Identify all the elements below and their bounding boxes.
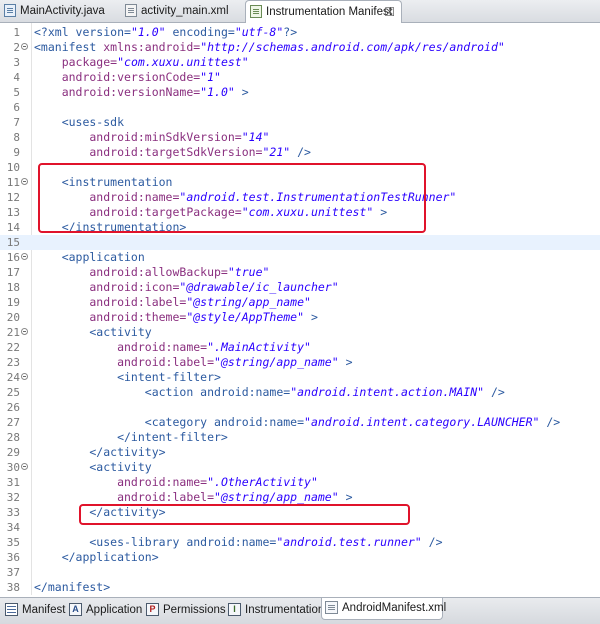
code-line[interactable]: 35 <uses-library android:name="android.t… <box>0 535 600 550</box>
code-line[interactable]: 30 <activity <box>0 460 600 475</box>
code-line[interactable]: 9 android:targetSdkVersion="21" /> <box>0 145 600 160</box>
close-tab-icon[interactable]: ☒ <box>384 1 395 23</box>
code-line[interactable]: 16 <application <box>0 250 600 265</box>
application-a-icon: A <box>69 603 82 616</box>
fold-toggle-icon[interactable] <box>21 43 28 50</box>
xml-file-icon <box>325 601 338 614</box>
code-line[interactable]: 7 <uses-sdk <box>0 115 600 130</box>
code-line[interactable]: 6 <box>0 100 600 115</box>
code-line[interactable]: 20 android:theme="@style/AppTheme" > <box>0 310 600 325</box>
tab-manifest[interactable]: Manifest <box>2 600 66 622</box>
fold-toggle-icon[interactable] <box>21 463 28 470</box>
code-line[interactable]: 5 android:versionName="1.0" > <box>0 85 600 100</box>
tab-activity-main-xml[interactable]: activity_main.xml <box>121 0 243 22</box>
fold-toggle-icon[interactable] <box>21 328 28 335</box>
tab-instrumentation[interactable]: I Instrumentation <box>225 600 324 622</box>
code-line[interactable]: 38 </manifest> <box>0 580 600 595</box>
code-line[interactable]: 8 android:minSdkVersion="14" <box>0 130 600 145</box>
code-line[interactable]: 28 </intent-filter> <box>0 430 600 445</box>
manifest-file-icon <box>250 5 262 18</box>
tab-label: Permissions <box>163 604 226 616</box>
code-line[interactable]: 19 android:label="@string/app_name" <box>0 295 600 310</box>
uses-library-highlight-box <box>79 504 410 525</box>
java-file-icon <box>4 4 16 17</box>
code-line[interactable]: 23 android:label="@string/app_name" > <box>0 355 600 370</box>
code-line[interactable]: 26 <box>0 400 600 415</box>
tab-main-activity-java[interactable]: MainActivity.java <box>0 0 113 22</box>
permissions-p-icon: P <box>146 603 159 616</box>
tab-label: MainActivity.java <box>20 5 105 17</box>
code-line[interactable]: 29 </activity> <box>0 445 600 460</box>
manifest-editor-page-tabs: Manifest A Application P Permissions I I… <box>0 597 600 624</box>
code-line[interactable]: 37 <box>0 565 600 580</box>
tab-label: Application <box>86 604 143 616</box>
fold-toggle-icon[interactable] <box>21 373 28 380</box>
code-line[interactable]: 4 android:versionCode="1" <box>0 70 600 85</box>
code-line[interactable]: 18 android:icon="@drawable/ic_launcher" <box>0 280 600 295</box>
code-line[interactable]: 27 <category android:name="android.inten… <box>0 415 600 430</box>
code-line[interactable]: 1 <?xml version="1.0" encoding="utf-8"?> <box>0 25 600 40</box>
code-line[interactable]: 21 <activity <box>0 325 600 340</box>
code-line[interactable]: 31 android:name=".OtherActivity" <box>0 475 600 490</box>
tab-application[interactable]: A Application <box>66 600 143 622</box>
tab-label: Instrumentation Manifest <box>266 6 392 18</box>
instrumentation-highlight-box <box>38 163 426 233</box>
code-line[interactable]: 36 </application> <box>0 550 600 565</box>
instrumentation-i-icon: I <box>228 603 241 616</box>
current-code-line[interactable]: 15 <box>0 235 600 250</box>
tab-permissions[interactable]: P Permissions <box>143 600 226 622</box>
xml-editor[interactable]: 1 <?xml version="1.0" encoding="utf-8"?>… <box>0 23 600 595</box>
code-line[interactable]: 2 <manifest xmlns:android="http://schema… <box>0 40 600 55</box>
tab-android-manifest-xml[interactable]: AndroidManifest.xml <box>321 598 447 620</box>
code-line[interactable]: 32 android:label="@string/app_name" > <box>0 490 600 505</box>
xml-file-icon <box>125 4 137 17</box>
tab-label: AndroidManifest.xml <box>342 602 447 614</box>
code-line[interactable]: 3 package="com.xuxu.unittest" <box>0 55 600 70</box>
editor-tab-bar: MainActivity.java activity_main.xml Inst… <box>0 0 600 23</box>
manifest-grid-icon <box>5 603 18 616</box>
code-line[interactable]: 25 <action android:name="android.intent.… <box>0 385 600 400</box>
tab-label: Instrumentation <box>245 604 325 616</box>
tab-label: activity_main.xml <box>141 5 229 17</box>
fold-toggle-icon[interactable] <box>21 178 28 185</box>
tab-label: Manifest <box>22 604 66 616</box>
fold-toggle-icon[interactable] <box>21 253 28 260</box>
code-line[interactable]: 17 android:allowBackup="true" <box>0 265 600 280</box>
tab-instrumentation-manifest[interactable]: Instrumentation Manifest ☒ <box>245 0 402 23</box>
code-line[interactable]: 22 android:name=".MainActivity" <box>0 340 600 355</box>
code-line[interactable]: 24 <intent-filter> <box>0 370 600 385</box>
